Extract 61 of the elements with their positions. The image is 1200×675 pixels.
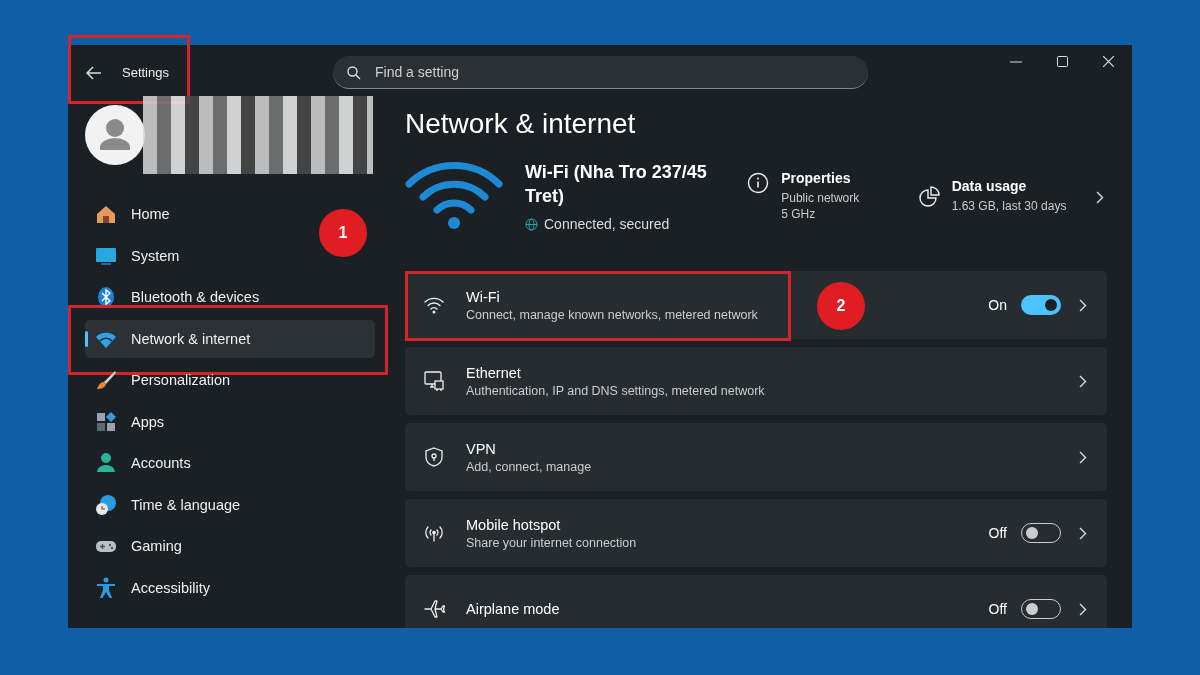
chevron-icon <box>1079 450 1087 464</box>
sidebar-icon <box>95 369 117 391</box>
wifi-icon <box>405 162 503 230</box>
network-name: Wi-Fi (Nha Tro 237/45 Tret) <box>525 161 708 208</box>
chevron-icon <box>1079 298 1087 312</box>
minimize-icon[interactable] <box>1010 60 1022 63</box>
properties-link[interactable]: Properties Public network 5 GHz <box>747 170 915 222</box>
sidebar-item[interactable]: Time & language <box>85 485 249 524</box>
sidebar-icon <box>95 493 117 516</box>
sidebar-icon <box>95 286 117 308</box>
data-usage-link[interactable]: Data usage 1.63 GB, last 30 days <box>917 178 1107 214</box>
row-description: Authentication, IP and DNS settings, metered network <box>466 383 766 398</box>
pie-chart-icon <box>917 186 940 208</box>
row-icon <box>423 370 445 392</box>
step-marker: 2 <box>817 282 865 330</box>
toggle-switch[interactable] <box>1021 295 1061 315</box>
sidebar-item[interactable]: Network & internet <box>85 319 375 358</box>
sidebar-item[interactable]: Home <box>85 195 178 233</box>
settings-row[interactable]: Ethernet Authentication, IP and DNS settings, metered network <box>405 347 1107 415</box>
chevron-icon <box>1079 526 1087 540</box>
toggle-status: Off <box>988 601 1007 617</box>
toggle-status: On <box>988 297 1007 313</box>
window-title: Settings <box>122 65 169 80</box>
chevron-icon <box>1096 190 1105 204</box>
row-title: Airplane mode <box>466 601 561 617</box>
close-icon[interactable] <box>1103 56 1114 67</box>
sidebar-icon <box>95 576 117 599</box>
settings-row[interactable]: Mobile hotspot Share your internet connection Off <box>405 499 1107 567</box>
connection-status: Connected, secured <box>544 216 670 232</box>
settings-row[interactable]: VPN Add, connect, manage <box>405 423 1107 491</box>
maximize-icon[interactable] <box>1057 56 1068 67</box>
row-description: Connect, manage known networks, metered network <box>466 307 759 322</box>
sidebar-item[interactable]: Personalization <box>85 361 239 399</box>
search-field[interactable]: Find a setting <box>333 56 868 89</box>
sidebar-item[interactable]: Accessibility <box>85 568 218 607</box>
chevron-icon <box>1079 374 1087 388</box>
sidebar-item[interactable]: System <box>85 236 188 275</box>
globe-icon <box>525 217 538 231</box>
info-icon <box>747 172 770 194</box>
row-description: Add, connect, manage <box>466 459 593 474</box>
settings-row[interactable]: Airplane mode Off <box>405 575 1107 628</box>
sidebar-icon <box>95 452 117 474</box>
row-icon <box>423 446 445 468</box>
chevron-icon <box>1079 602 1087 616</box>
row-title: Ethernet <box>466 364 522 381</box>
sidebar-item[interactable]: Bluetooth & devices <box>85 278 268 316</box>
row-title: Mobile hotspot <box>466 516 562 533</box>
row-icon <box>423 598 445 620</box>
page-title: Network & internet <box>405 107 637 141</box>
sidebar-item[interactable]: Gaming <box>85 527 190 565</box>
row-title: VPN <box>466 440 497 457</box>
step-marker: 1 <box>319 208 367 257</box>
row-description: Share your internet connection <box>466 535 638 550</box>
sidebar-icon <box>95 410 117 433</box>
back-arrow-icon[interactable] <box>86 65 102 80</box>
sidebar-item[interactable]: Apps <box>85 402 173 441</box>
sidebar-item[interactable]: Accounts <box>85 444 199 482</box>
settings-row[interactable]: Wi-Fi Connect, manage known networks, metered network 2 On <box>405 271 1107 339</box>
avatar-icon <box>85 105 145 165</box>
sidebar-icon <box>95 203 117 225</box>
toggle-status: Off <box>988 525 1007 541</box>
